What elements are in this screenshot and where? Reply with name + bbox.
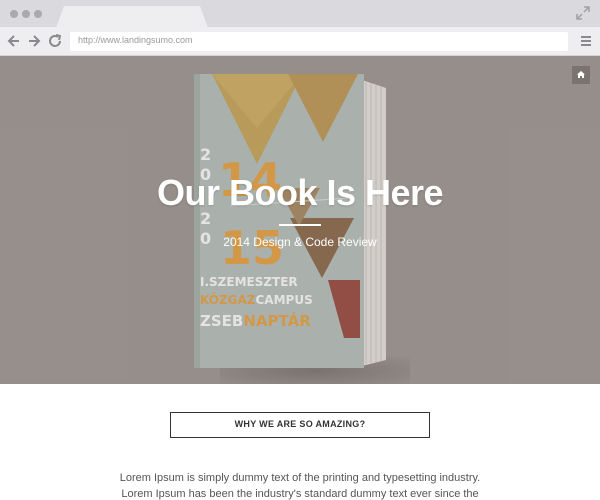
browser-tab-bar [0,0,600,28]
home-button[interactable] [572,66,590,84]
back-arrow-icon[interactable] [6,33,22,49]
browser-toolbar: http://www.landingsumo.com [0,27,600,56]
url-bar[interactable]: http://www.landingsumo.com [70,32,568,51]
hero-divider [279,224,321,226]
window-dot-icon[interactable] [22,10,30,18]
expand-icon[interactable] [576,6,590,20]
hero-section: 2 0 2 0 14 15 I.SZEMESZTER KÖZGAZCAMPUS … [0,56,600,384]
hero-subtitle: 2014 Design & Code Review [223,235,377,249]
why-amazing-button[interactable]: WHY WE ARE SO AMAZING? [170,412,430,438]
body-paragraph: Lorem Ipsum is simply dummy text of the … [119,472,481,500]
browser-tab[interactable] [56,6,208,28]
hero-title: Our Book Is Here [156,172,444,213]
url-text: http://www.landingsumo.com [78,35,193,45]
window-dot-icon[interactable] [34,10,42,18]
hero-overlay [0,56,600,384]
forward-arrow-icon[interactable] [26,33,42,49]
home-icon [577,71,585,78]
reload-icon[interactable] [47,33,63,49]
menu-icon[interactable] [580,35,592,47]
window-dot-icon[interactable] [10,10,18,18]
